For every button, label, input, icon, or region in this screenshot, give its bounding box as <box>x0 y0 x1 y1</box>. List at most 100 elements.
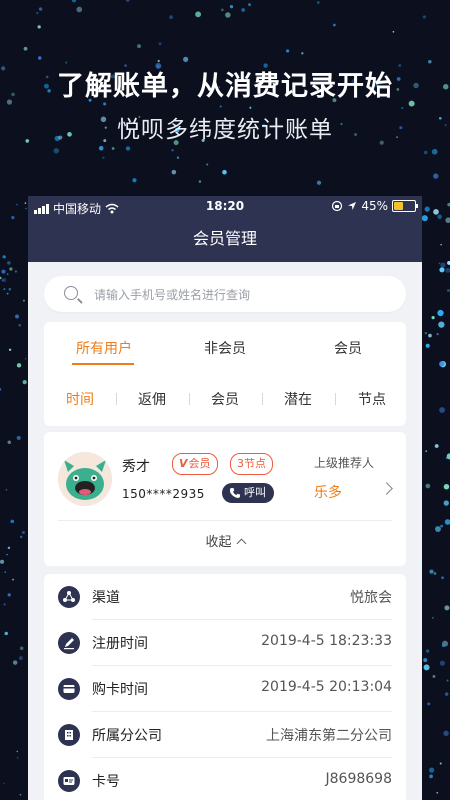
star-dot <box>183 56 189 62</box>
filter-card: 所有用户 非会员 会员 时间 返佣 会员 潜在 节点 <box>44 322 406 426</box>
search-input[interactable] <box>92 283 396 307</box>
tab-all-users[interactable]: 所有用户 <box>76 338 132 358</box>
filter-potential[interactable]: 潜在 <box>284 389 312 409</box>
star-dot <box>222 169 227 175</box>
star-dot <box>425 483 431 489</box>
star-dot <box>4 571 7 574</box>
star-dot <box>301 52 304 55</box>
star-dot <box>425 343 430 348</box>
star-dot <box>436 333 439 336</box>
star-dot <box>249 106 252 109</box>
detail-row-channel: 渠道 悦旅会 <box>44 574 406 620</box>
detail-row-card-number: 卡号 J8698698 <box>44 758 406 800</box>
search-bar[interactable] <box>44 276 406 312</box>
star-dot <box>440 243 442 246</box>
star-dot <box>7 593 11 597</box>
detail-value: 上海浦东第二分公司 <box>266 728 392 744</box>
star-dot <box>2 278 7 283</box>
member-name: 秀才 <box>122 459 150 475</box>
star-dot <box>332 23 336 27</box>
star-dot <box>2 255 6 259</box>
filter-commission[interactable]: 返佣 <box>138 389 166 409</box>
star-dot <box>16 203 18 206</box>
call-button-label: 呼叫 <box>244 486 266 499</box>
star-dot <box>7 261 11 265</box>
star-dot <box>206 163 209 166</box>
chevron-up-icon <box>236 538 246 549</box>
collapse-toggle[interactable]: 收起 <box>44 531 406 550</box>
star-dot <box>0 388 2 391</box>
star-dot <box>437 309 444 317</box>
star-dot <box>435 526 441 532</box>
star-dot <box>432 674 436 678</box>
star-dot <box>23 46 28 51</box>
star-dot <box>392 30 395 33</box>
detail-value: 2019-4-5 18:23:33 <box>261 633 392 649</box>
star-dot <box>25 207 27 210</box>
detail-label: 购卡时间 <box>92 682 148 698</box>
star-dot <box>431 148 438 155</box>
star-dot <box>198 180 202 183</box>
referrer-name[interactable]: 乐多 <box>314 482 342 502</box>
vip-badge: V会员 <box>172 453 218 475</box>
star-dot <box>436 791 439 794</box>
pen-icon <box>58 632 80 654</box>
star-dot <box>316 1 320 4</box>
detail-value: J8698698 <box>325 771 392 787</box>
member-details: 渠道 悦旅会 注册时间 2019-4-5 18:23:33 购卡时间 2019-… <box>44 574 406 800</box>
star-dot <box>14 270 17 273</box>
star-dot <box>446 679 449 682</box>
star-dot <box>437 214 442 219</box>
star-dot <box>439 407 446 413</box>
star-dot <box>16 435 21 441</box>
star-dot <box>171 149 174 152</box>
star-dot <box>38 7 43 11</box>
star-dot <box>219 105 222 108</box>
tab-members[interactable]: 会员 <box>334 338 362 358</box>
star-dot <box>36 11 39 15</box>
star-dot <box>241 8 245 12</box>
promo-subheadline: 悦呗多纬度统计账单 <box>117 117 333 143</box>
star-dot <box>425 450 428 452</box>
star-dot <box>76 6 83 13</box>
star-dot <box>440 524 443 528</box>
star-dot <box>19 793 22 796</box>
star-dot <box>429 774 433 779</box>
star-dot <box>7 546 11 550</box>
monster-avatar-icon <box>58 452 112 506</box>
star-dot <box>444 605 450 611</box>
star-dot <box>438 262 441 265</box>
detail-label: 渠道 <box>92 590 120 606</box>
star-dot <box>441 576 444 580</box>
search-icon <box>64 286 78 300</box>
collapse-label: 收起 <box>205 535 232 550</box>
filter-nodes[interactable]: 节点 <box>358 389 386 409</box>
detail-label: 注册时间 <box>92 636 148 652</box>
star-dot <box>229 5 234 9</box>
battery-percent: 45% <box>361 199 388 213</box>
star-dot <box>18 324 22 327</box>
tab-non-members[interactable]: 非会员 <box>204 338 246 358</box>
filter-time[interactable]: 时间 <box>66 389 94 409</box>
vip-badge-label: 会员 <box>188 457 211 470</box>
star-dot <box>425 649 430 653</box>
star-dot <box>429 570 432 573</box>
star-dot <box>431 616 434 619</box>
call-button[interactable]: 呼叫 <box>222 483 274 503</box>
detail-row-card-purchase-time: 购卡时间 2019-4-5 20:13:04 <box>44 666 406 712</box>
star-dot <box>98 145 104 151</box>
star-dot <box>428 767 435 773</box>
star-dot <box>22 380 27 385</box>
star-dot <box>22 299 25 302</box>
star-dot <box>18 656 23 661</box>
building-icon <box>58 724 80 746</box>
star-dot <box>16 756 19 759</box>
star-dot <box>225 12 231 18</box>
star-dot <box>220 8 224 12</box>
chevron-right-icon[interactable] <box>380 482 393 495</box>
star-dot <box>37 25 41 29</box>
filter-members[interactable]: 会员 <box>211 389 239 409</box>
star-dot <box>424 331 428 335</box>
detail-label: 所属分公司 <box>92 728 162 744</box>
node-badge: 3节点 <box>230 453 273 475</box>
